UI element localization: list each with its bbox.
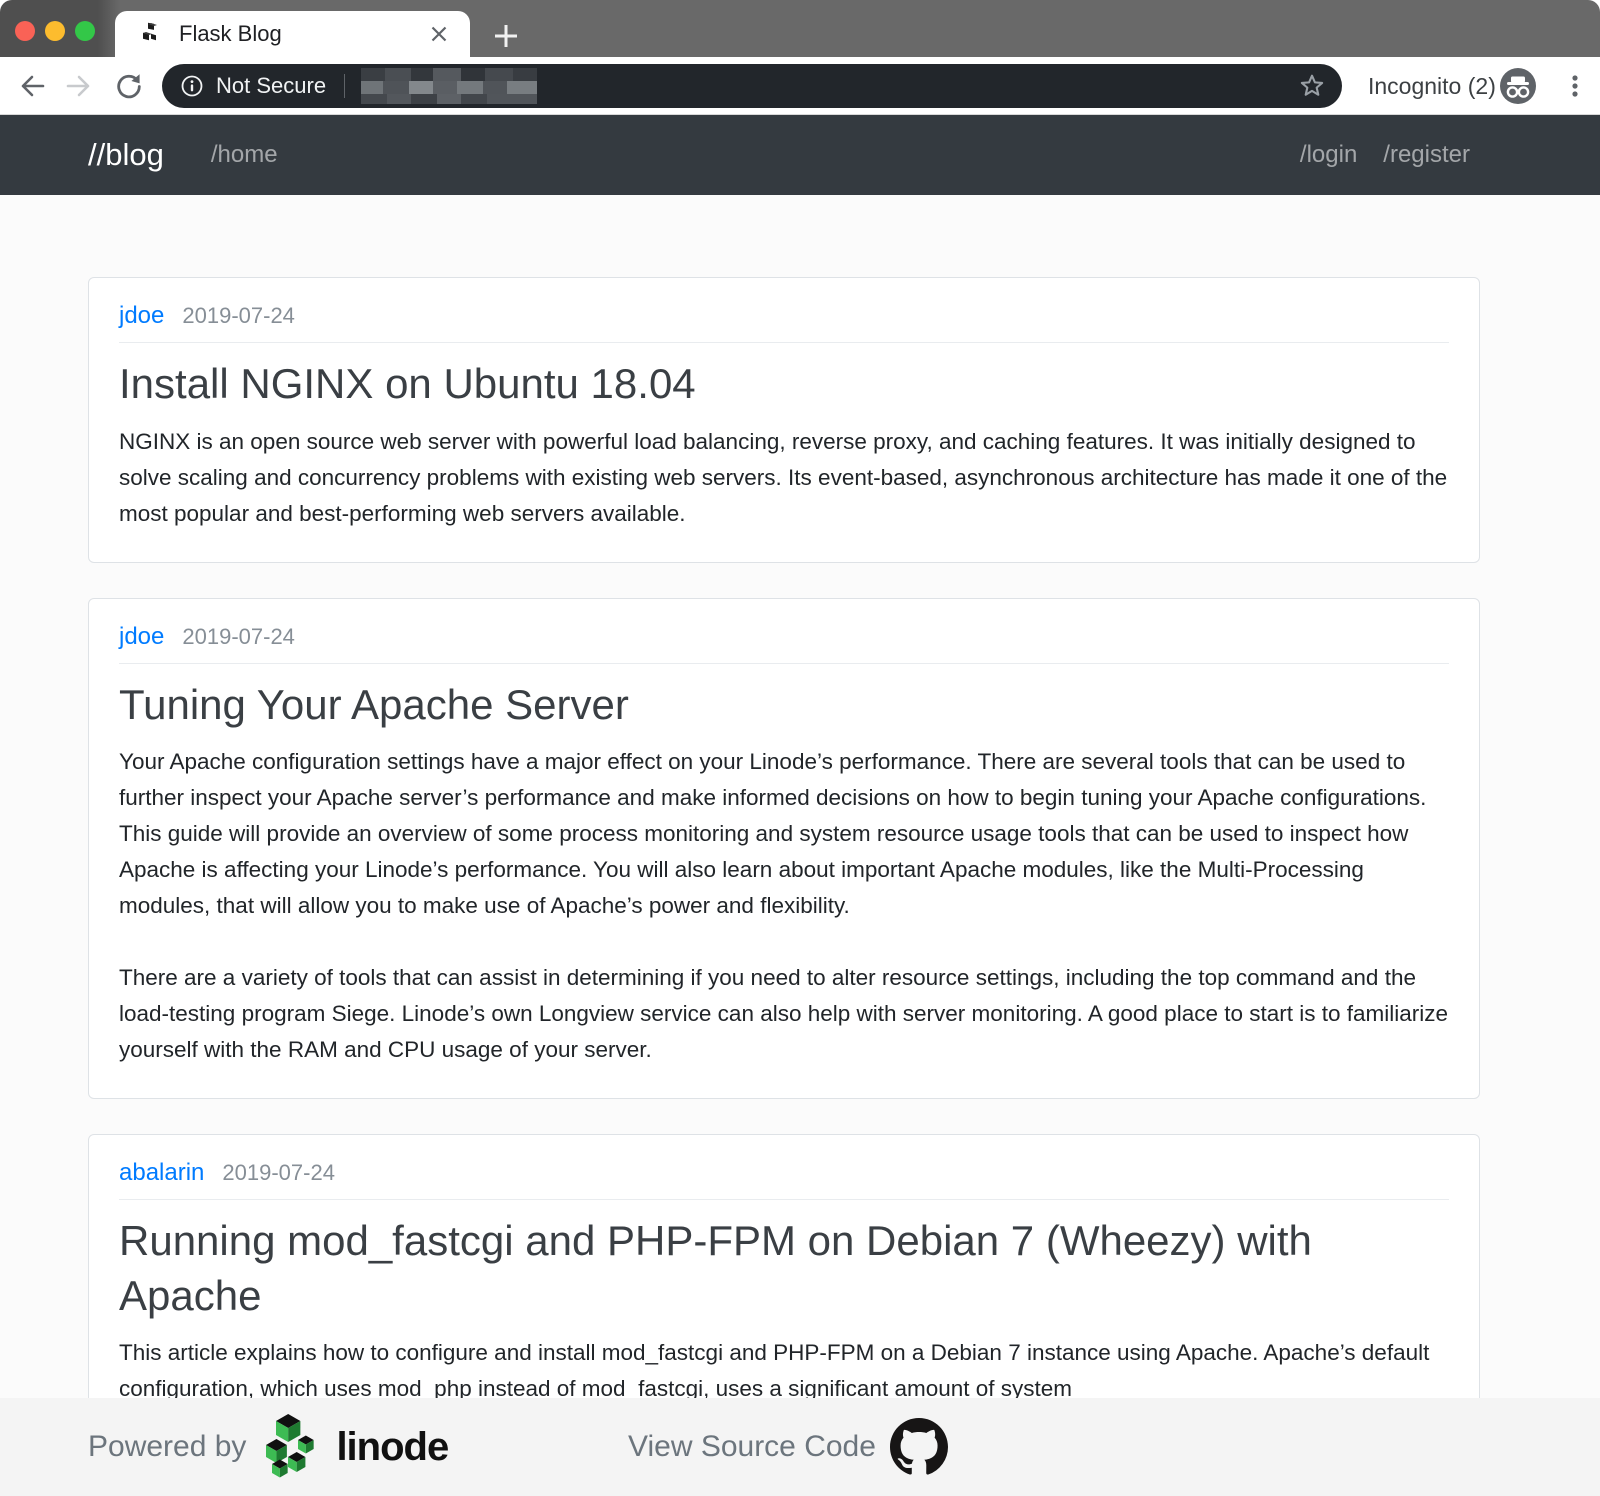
site-navbar: //blog /home /login /register	[0, 115, 1600, 195]
powered-by-linode[interactable]: Powered by	[88, 1414, 448, 1480]
forward-icon[interactable]	[64, 71, 94, 101]
address-bar[interactable]: Not Secure	[162, 64, 1342, 108]
post-body: This article explains how to configure a…	[119, 1335, 1449, 1407]
post-title: Running mod_fastcgi and PHP-FPM on Debia…	[119, 1214, 1449, 1323]
navbar-brand[interactable]: //blog	[88, 137, 164, 173]
security-label: Not Secure	[216, 73, 326, 99]
address-divider	[344, 74, 345, 98]
post-paragraph: There are a variety of tools that can as…	[119, 960, 1449, 1068]
post-author-link[interactable]: jdoe	[119, 302, 164, 330]
post-paragraph: Your Apache configuration settings have …	[119, 744, 1449, 924]
reload-icon[interactable]	[113, 71, 143, 101]
post-title: Tuning Your Apache Server	[119, 678, 1449, 733]
page-content: jdoe 2019-07-24 Install NGINX on Ubuntu …	[0, 195, 1600, 1496]
browser-window: Flask Blog Not Secure	[0, 0, 1600, 1496]
post-author-link[interactable]: abalarin	[119, 1159, 204, 1187]
redacted-url	[361, 68, 537, 104]
post-date: 2019-07-24	[182, 303, 295, 329]
post-paragraph: NGINX is an open source web server with …	[119, 424, 1449, 532]
powered-by-label: Powered by	[88, 1430, 246, 1464]
linode-cubes-icon	[264, 1414, 326, 1480]
post-header: jdoe 2019-07-24	[119, 623, 1449, 664]
post-date: 2019-07-24	[222, 1160, 335, 1186]
view-source-label: View Source Code	[628, 1430, 876, 1464]
window-zoom-button[interactable]	[75, 21, 95, 41]
browser-tab[interactable]: Flask Blog	[115, 11, 470, 57]
linode-wordmark: linode	[336, 1425, 448, 1470]
post-card: abalarin 2019-07-24 Running mod_fastcgi …	[88, 1134, 1480, 1438]
post-header: abalarin 2019-07-24	[119, 1159, 1449, 1200]
github-icon[interactable]	[890, 1418, 948, 1476]
post-body: Your Apache configuration settings have …	[119, 744, 1449, 1068]
nav-link-home[interactable]: /home	[211, 141, 278, 169]
post-card: jdoe 2019-07-24 Tuning Your Apache Serve…	[88, 598, 1480, 1100]
linode-logo	[264, 1414, 326, 1480]
view-source-link[interactable]: View Source Code	[628, 1418, 948, 1476]
post-body: NGINX is an open source web server with …	[119, 424, 1449, 532]
navbar-right-links: /login /register	[1300, 141, 1470, 169]
browser-toolbar: Not Secure	[0, 57, 1600, 115]
new-tab-button[interactable]	[489, 19, 523, 53]
nav-link-login[interactable]: /login	[1300, 141, 1357, 169]
window-minimize-button[interactable]	[45, 21, 65, 41]
post-paragraph: This article explains how to configure a…	[119, 1335, 1449, 1407]
menu-kebab-icon[interactable]	[1560, 71, 1590, 101]
window-close-button[interactable]	[15, 21, 35, 41]
page-footer: Powered by	[0, 1398, 1600, 1496]
close-icon[interactable]	[426, 21, 452, 47]
back-icon[interactable]	[17, 71, 47, 101]
post-card: jdoe 2019-07-24 Install NGINX on Ubuntu …	[88, 277, 1480, 563]
incognito-label: Incognito (2)	[1368, 73, 1496, 100]
incognito-icon[interactable]	[1499, 67, 1537, 105]
post-header: jdoe 2019-07-24	[119, 302, 1449, 343]
info-icon[interactable]	[180, 74, 204, 98]
site-favicon-icon	[139, 22, 163, 46]
bookmark-star-icon[interactable]	[1298, 72, 1326, 100]
nav-link-register[interactable]: /register	[1383, 141, 1470, 169]
tab-title: Flask Blog	[179, 21, 426, 47]
post-date: 2019-07-24	[182, 624, 295, 650]
post-author-link[interactable]: jdoe	[119, 623, 164, 651]
tab-strip: Flask Blog	[0, 0, 1600, 57]
post-title: Install NGINX on Ubuntu 18.04	[119, 357, 1449, 412]
